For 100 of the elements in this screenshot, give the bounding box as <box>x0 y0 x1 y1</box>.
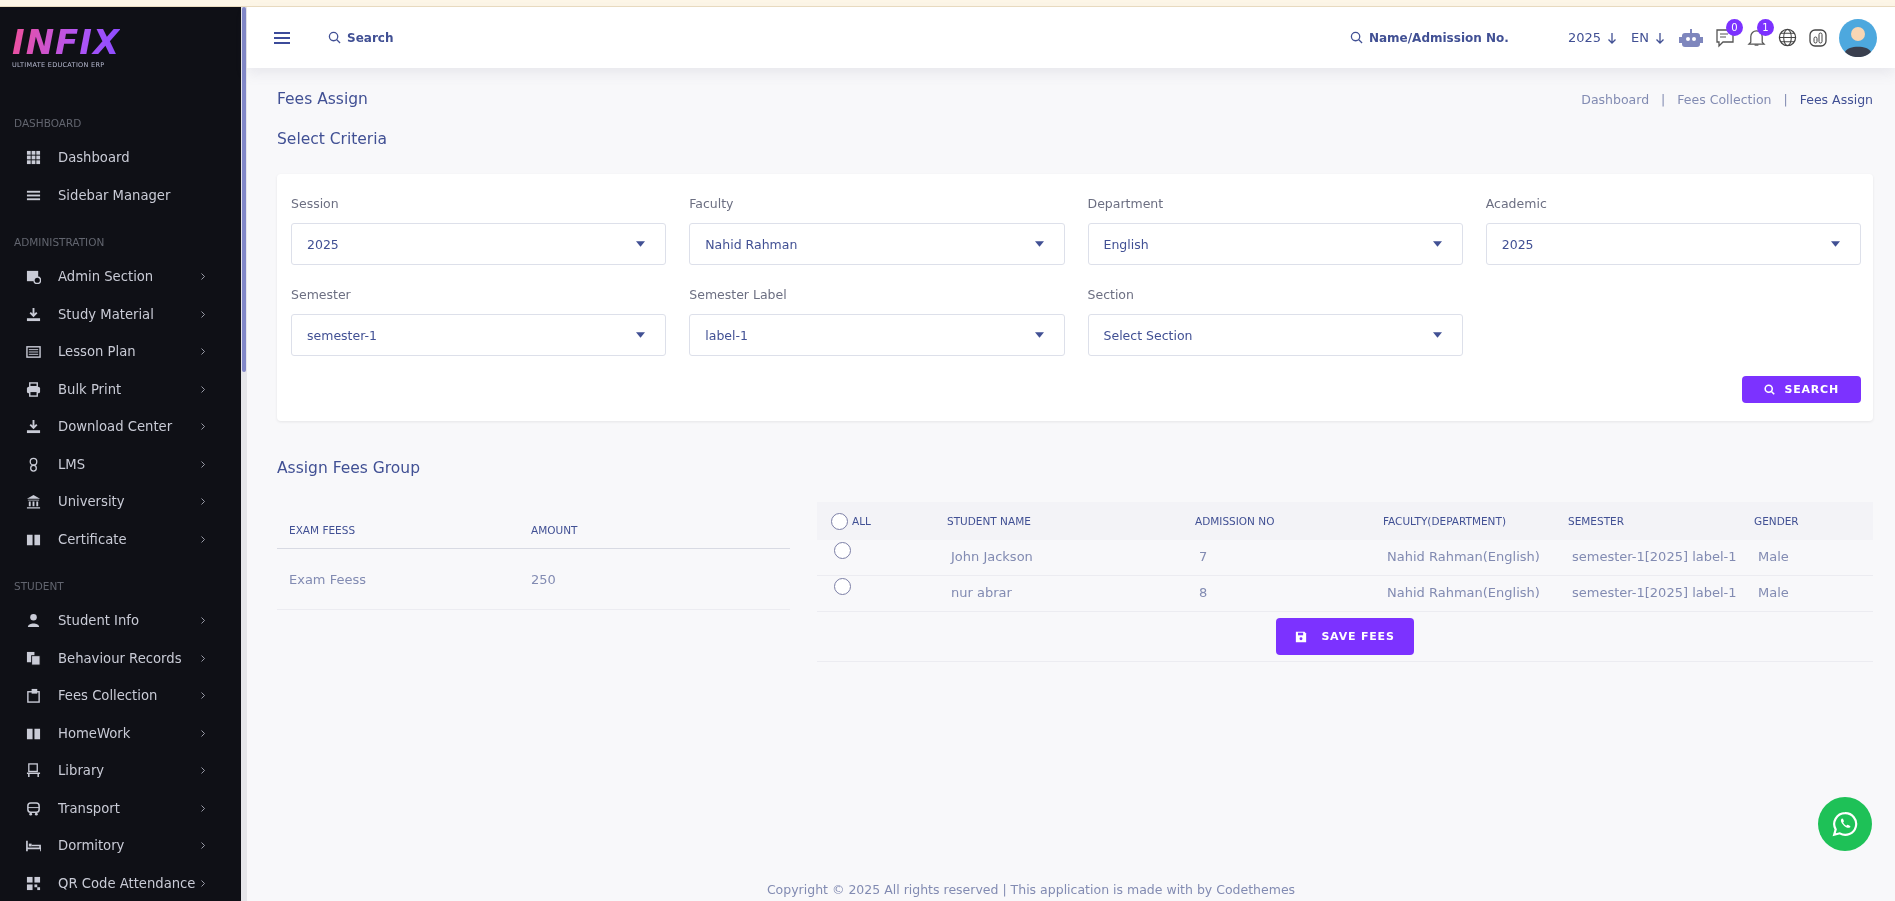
table-cell-text: Exam Feess <box>289 571 367 587</box>
column-header: AMOUNT <box>531 524 579 536</box>
breadcrumb-separator: | <box>1783 91 1788 107</box>
caret-icon <box>1432 241 1442 247</box>
table-cell-text: Nahid Rahman(English) <box>1386 584 1541 602</box>
sidebar-item[interactable]: Dormitory <box>0 827 241 865</box>
table-cell-text: 250 <box>531 571 557 587</box>
row-checkbox[interactable] <box>834 542 851 559</box>
table-cell-text: Male <box>1757 584 1790 602</box>
dropdown-field[interactable]: Select Section <box>1087 314 1463 356</box>
sidebar-item[interactable]: Study Material <box>0 295 241 333</box>
field-label: Academic <box>1485 196 1548 211</box>
message-count-badge: 0 <box>1726 18 1743 36</box>
dropdown-field[interactable]: 2025 <box>291 223 667 265</box>
scrollbar-thumb[interactable] <box>242 7 246 372</box>
table-cell-text: 8 <box>1198 584 1209 602</box>
table-cell-text: 7 <box>1198 548 1209 566</box>
search-icon <box>328 31 341 44</box>
table-cell-text: John Jackson <box>949 548 1034 566</box>
sidebar-item[interactable]: Download Center <box>0 408 241 446</box>
field-label: Section <box>1087 287 1135 302</box>
sidebar-item[interactable]: QR Code Attendance <box>0 864 241 901</box>
sidebar-item[interactable]: Behaviour Records <box>0 639 241 677</box>
dropdown-field[interactable]: semester-1 <box>291 314 667 356</box>
table-cell-text: Nahid Rahman(English) <box>1386 548 1541 566</box>
table-cell-text: semester-1[2025] label-1 <box>1571 584 1738 602</box>
table-cell-text: Male <box>1757 548 1790 566</box>
sidebar-item[interactable]: Certificate <box>0 520 241 558</box>
phone-bubble-icon <box>1832 811 1858 837</box>
dropdown-field[interactable]: label-1 <box>689 314 1065 356</box>
avatar-icon[interactable] <box>1839 18 1877 57</box>
chart-icon[interactable] <box>1809 28 1827 47</box>
dropdown-field[interactable]: Nahid Rahman <box>689 223 1065 265</box>
search-icon <box>1349 31 1363 44</box>
form-icon <box>26 269 41 285</box>
field-label: Semester <box>291 287 352 302</box>
field-label: Session <box>291 196 340 211</box>
sidebar-item[interactable]: Sidebar Manager <box>0 176 241 214</box>
table-cell-text: semester-1[2025] label-1 <box>1571 548 1738 566</box>
section-heading: Select Criteria <box>277 130 389 148</box>
section-heading: Assign Fees Group <box>277 459 421 477</box>
column-header: STUDENT NAME <box>947 515 1032 527</box>
sidebar-item[interactable]: Student Info <box>0 602 241 640</box>
save-fees-button[interactable]: SAVE FEES <box>1276 618 1414 655</box>
column-header: ADMISSION NO <box>1195 515 1276 527</box>
caret-icon <box>636 241 646 247</box>
caret-icon <box>636 332 646 338</box>
sidebar-item[interactable]: Fees Collection <box>0 677 241 715</box>
column-header: GENDER <box>1754 515 1800 527</box>
down-arrow-icon <box>1607 31 1618 44</box>
footer-text: Copyright © 2025 All rights reserved | This application is made with by Codethemes <box>766 882 1296 897</box>
breadcrumb-link[interactable]: Fees Assign <box>1799 91 1873 107</box>
column-header: EXAM FEESS <box>289 524 357 536</box>
list-icon <box>26 344 41 360</box>
caret-icon <box>1034 241 1044 247</box>
column-header: FACULTY(DEPARTMENT) <box>1383 515 1507 527</box>
language-dropdown[interactable]: EN <box>1631 30 1665 45</box>
printer-icon <box>26 381 41 397</box>
field-label: Semester Label <box>689 287 788 302</box>
caret-icon <box>1831 241 1840 247</box>
row-checkbox[interactable] <box>834 578 851 595</box>
sidebar-item[interactable]: University <box>0 483 241 521</box>
search-button[interactable]: SEARCH <box>1741 376 1861 403</box>
field-label: Faculty <box>689 196 735 211</box>
building-icon <box>26 494 41 510</box>
field-label: Department <box>1087 196 1165 211</box>
bed-icon <box>26 838 41 854</box>
search-icon <box>1763 384 1775 395</box>
notification-count-badge: 1 <box>1757 19 1774 36</box>
dropdown-field[interactable]: English <box>1087 223 1463 265</box>
sidebar-item[interactable]: Transport <box>0 789 241 827</box>
sidebar-item[interactable]: Admin Section <box>0 258 241 296</box>
year-dropdown[interactable]: 2025 <box>1567 30 1618 45</box>
download-icon <box>26 306 41 322</box>
grid-icon <box>26 150 41 166</box>
breadcrumb-separator: | <box>1661 91 1666 107</box>
menu-icon[interactable] <box>274 30 290 45</box>
student-search-field[interactable]: Name/Admission No. <box>1368 30 1532 45</box>
globe-icon[interactable] <box>1778 28 1797 47</box>
select-all-checkbox[interactable] <box>831 512 848 530</box>
page-title: Fees Assign <box>277 90 368 108</box>
caret-icon <box>1432 332 1442 338</box>
download-icon <box>26 419 41 435</box>
sidebar-section-title: DASHBOARD <box>13 117 83 129</box>
sidebar-item[interactable]: LMS <box>0 445 241 483</box>
robot-icon[interactable] <box>1679 27 1703 48</box>
sidebar-item[interactable]: Dashboard <box>0 139 241 177</box>
documents-icon <box>26 650 41 666</box>
save-icon <box>1295 630 1308 643</box>
column-header: SEMESTER <box>1568 515 1625 527</box>
sidebar-item[interactable]: Bulk Print <box>0 370 241 408</box>
sidebar-item[interactable]: Library <box>0 752 241 790</box>
bus-icon <box>26 800 41 816</box>
sidebar-item[interactable]: HomeWork <box>0 714 241 752</box>
dropdown-field[interactable]: 2025 <box>1485 223 1861 265</box>
caret-icon <box>1034 332 1044 338</box>
sidebar-item[interactable]: Lesson Plan <box>0 333 241 371</box>
search-field[interactable]: Search <box>347 30 447 45</box>
sidebar-section-title: STUDENT <box>13 580 65 592</box>
sidebar-section-title: ADMINISTRATION <box>13 236 106 248</box>
